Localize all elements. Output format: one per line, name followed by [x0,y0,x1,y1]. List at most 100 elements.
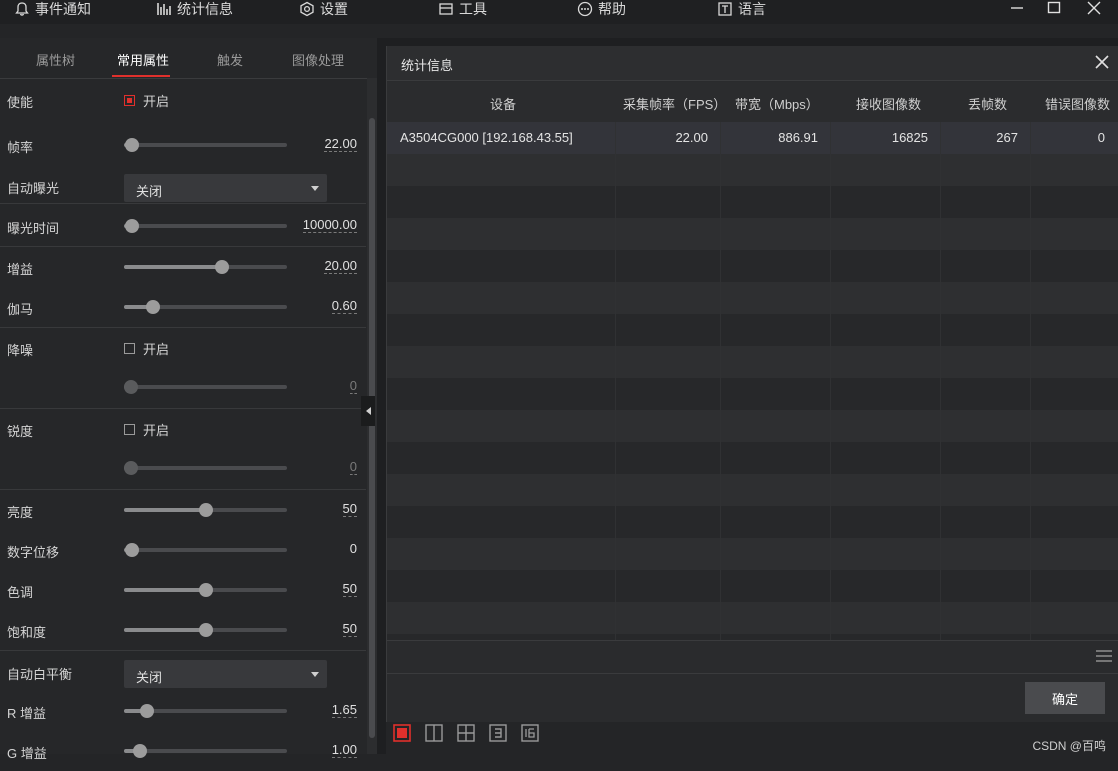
table-row-empty [387,538,1118,570]
active-tab-indicator [112,75,170,77]
table-row-empty [387,378,1118,410]
column-divider [830,122,831,640]
collapse-panel-button[interactable] [361,396,375,426]
denoise-slider[interactable] [123,380,287,394]
g-gain-value[interactable]: 1.00 [331,743,357,758]
layout-toolbar [386,722,1118,754]
slider-fill [124,265,222,269]
menu-language-label: 语言 [738,1,766,17]
tab-property-tree[interactable]: 属性树 [36,50,75,69]
window-close-button[interactable] [1082,0,1106,16]
slider-thumb[interactable] [125,138,140,152]
maximize-button[interactable] [1042,0,1066,16]
menu-help-label: 帮助 [598,1,626,17]
column-header-bandwidth[interactable]: 带宽（Mbps） [735,94,819,113]
brightness-value[interactable]: 50 [342,502,357,517]
prop-label: 亮度 [7,505,34,520]
gamma-value[interactable]: 0.60 [331,299,357,314]
slider-thumb[interactable] [123,461,138,475]
tab-image-processing[interactable]: 图像处理 [292,50,344,69]
minimize-button[interactable] [1005,0,1029,16]
auto-white-balance-select[interactable]: 关闭 [124,660,327,688]
column-header-dropped-frames[interactable]: 丢帧数 [968,94,1007,113]
gamma-slider[interactable] [124,300,287,314]
menu-settings[interactable]: 设置 [299,0,348,18]
slider-thumb[interactable] [133,744,148,758]
checkbox-unchecked-icon [124,343,135,354]
prop-label: 降噪 [7,343,34,358]
brightness-slider[interactable] [124,503,287,517]
gain-value[interactable]: 20.00 [324,259,357,274]
table-row-empty [387,282,1118,314]
prop-gain: 增益 20.00 [0,247,366,287]
prop-auto-white-balance: 自动白平衡 关闭 [0,652,366,692]
cell-fps: 22.00 [675,130,708,145]
r-gain-slider[interactable] [124,704,287,718]
auto-exposure-select[interactable]: 关闭 [124,174,327,202]
frame-rate-slider[interactable] [124,138,287,152]
g-gain-slider[interactable] [124,744,287,758]
column-divider [1030,122,1031,640]
sharpness-slider[interactable] [123,461,287,475]
enable-checkbox[interactable]: 开启 [124,91,169,110]
menu-event-notify[interactable]: 事件通知 [14,0,91,18]
exposure-time-slider[interactable] [124,219,287,233]
denoise-checkbox[interactable]: 开启 [124,339,169,358]
layout-4-icon[interactable] [457,724,475,742]
prop-saturation: 饱和度 50 [0,610,366,650]
digital-shift-slider[interactable] [124,543,287,557]
slider-thumb[interactable] [139,704,154,718]
hue-value[interactable]: 50 [342,582,357,597]
column-header-received-images[interactable]: 接收图像数 [856,94,921,113]
column-header-device[interactable]: 设备 [490,94,516,113]
table-row[interactable]: A3504CG000 [192.168.43.55] 22.00 886.91 … [387,122,1118,154]
prop-label: R 增益 [7,706,47,721]
menu-language[interactable]: 语言 [717,0,766,18]
saturation-value[interactable]: 50 [342,622,357,637]
sharpness-checkbox[interactable]: 开启 [124,420,169,439]
dialog-close-icon[interactable] [1093,53,1111,71]
menu-statistics[interactable]: 统计信息 [156,0,233,18]
panel-scrollbar-thumb[interactable] [369,118,375,738]
denoise-value[interactable]: 0 [349,379,357,394]
cell-bandwidth: 886.91 [778,130,818,145]
toolbox-icon [439,3,453,15]
confirm-button[interactable]: 确定 [1025,682,1105,714]
column-divider [615,122,616,640]
slider-thumb[interactable] [123,380,138,394]
digital-shift-value[interactable]: 0 [350,542,357,556]
select-value: 关闭 [136,184,163,199]
prop-label: 色调 [7,585,34,600]
frame-rate-value[interactable]: 22.00 [324,137,357,152]
column-header-error-images[interactable]: 错误图像数 [1045,94,1110,113]
slider-thumb[interactable] [198,583,213,597]
tab-common-properties[interactable]: 常用属性 [117,50,169,69]
sharpness-value[interactable]: 0 [349,460,357,475]
slider-thumb[interactable] [125,219,140,233]
slider-thumb[interactable] [214,260,229,274]
prop-hue: 色调 50 [0,570,366,610]
r-gain-value[interactable]: 1.65 [331,703,357,718]
table-row-empty [387,474,1118,506]
menu-tools[interactable]: 工具 [438,0,487,18]
prop-label: 伽马 [7,302,34,317]
layout-1-icon[interactable] [393,724,411,742]
gain-slider[interactable] [124,260,287,274]
saturation-slider[interactable] [124,623,287,637]
menu-help[interactable]: 帮助 [577,0,626,18]
slider-thumb[interactable] [146,300,161,314]
list-menu-icon[interactable] [1095,649,1113,663]
checkbox-checked-icon [124,95,135,106]
prop-label: 使能 [7,95,34,110]
layout-9-icon[interactable] [489,724,507,742]
prop-label: 自动曝光 [7,181,60,196]
slider-thumb[interactable] [125,543,140,557]
exposure-time-value[interactable]: 10000.00 [302,218,357,233]
layout-16-icon[interactable] [521,724,539,742]
hue-slider[interactable] [124,583,287,597]
column-header-fps[interactable]: 采集帧率（FPS） [623,94,726,113]
tab-trigger[interactable]: 触发 [217,50,243,69]
slider-thumb[interactable] [198,623,213,637]
slider-thumb[interactable] [198,503,213,517]
layout-2-icon[interactable] [425,724,443,742]
